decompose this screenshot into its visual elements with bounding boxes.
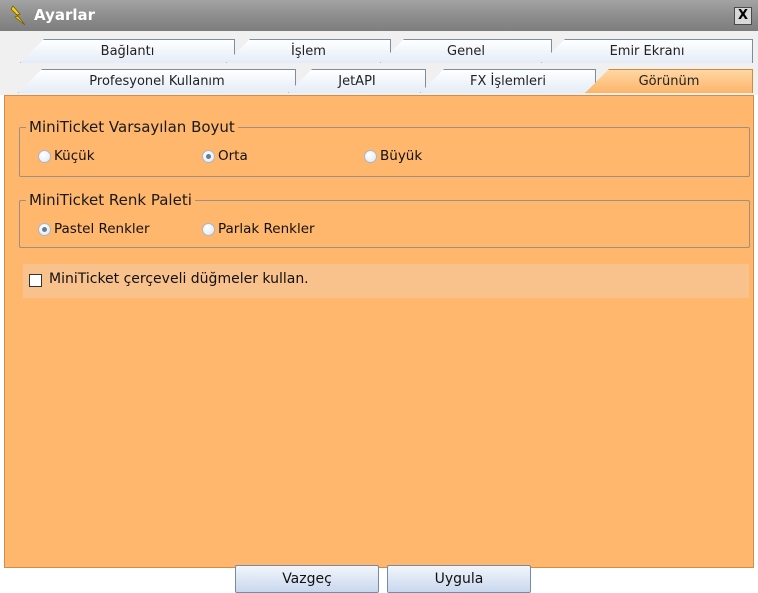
radio-buyuk-label: Büyük: [380, 148, 423, 164]
radio-parlak[interactable]: Parlak Renkler: [202, 221, 315, 237]
radio-parlak-button[interactable]: [202, 222, 215, 236]
radio-orta-button[interactable]: [202, 149, 215, 163]
title-bar: Ayarlar X: [0, 0, 758, 32]
radio-orta[interactable]: Orta: [202, 148, 248, 164]
window-title: Ayarlar: [34, 6, 96, 24]
size-group-title: MiniTicket Varsayılan Boyut: [26, 118, 238, 136]
framed-buttons-checkbox[interactable]: [29, 274, 42, 287]
radio-kucuk-button[interactable]: [38, 149, 51, 163]
tab-jetapi[interactable]: JetAPI: [288, 69, 426, 93]
radio-pastel-label: Pastel Renkler: [54, 221, 150, 237]
radio-pastel[interactable]: Pastel Renkler: [38, 221, 150, 237]
tab-fx-islemleri[interactable]: FX İşlemleri: [420, 69, 596, 93]
radio-parlak-label: Parlak Renkler: [218, 221, 315, 237]
close-button[interactable]: X: [734, 7, 752, 25]
settings-panel: MiniTicket Varsayılan Boyut Küçük Orta B…: [4, 95, 754, 593]
radio-buyuk[interactable]: Büyük: [364, 148, 422, 164]
framed-buttons-label[interactable]: MiniTicket çerçeveli düğmeler kullan.: [49, 271, 309, 287]
radio-buyuk-button[interactable]: [364, 149, 377, 163]
apply-button[interactable]: Uygula: [387, 565, 531, 593]
lightning-icon: [9, 5, 29, 27]
palette-group-title: MiniTicket Renk Paleti: [26, 191, 195, 209]
tab-strip: Bağlantı İşlem Genel Emir Ekranı Profesy…: [0, 31, 758, 95]
size-group: MiniTicket Varsayılan Boyut Küçük Orta B…: [19, 118, 750, 177]
palette-group: MiniTicket Renk Paleti Pastel Renkler Pa…: [19, 191, 750, 248]
tab-gorunum[interactable]: Görünüm: [585, 69, 753, 93]
radio-kucuk-label: Küçük: [54, 148, 95, 164]
tab-genel[interactable]: Genel: [380, 39, 552, 63]
radio-kucuk[interactable]: Küçük: [38, 148, 95, 164]
radio-orta-label: Orta: [218, 148, 248, 164]
tab-profesyonel-kullanim[interactable]: Profesyonel Kullanım: [18, 69, 296, 93]
tab-islem[interactable]: İşlem: [226, 39, 391, 63]
tab-baglanti[interactable]: Bağlantı: [20, 39, 235, 63]
cancel-button[interactable]: Vazgeç: [235, 565, 379, 593]
radio-pastel-button[interactable]: [38, 222, 51, 236]
tab-emir-ekrani[interactable]: Emir Ekranı: [541, 39, 753, 63]
